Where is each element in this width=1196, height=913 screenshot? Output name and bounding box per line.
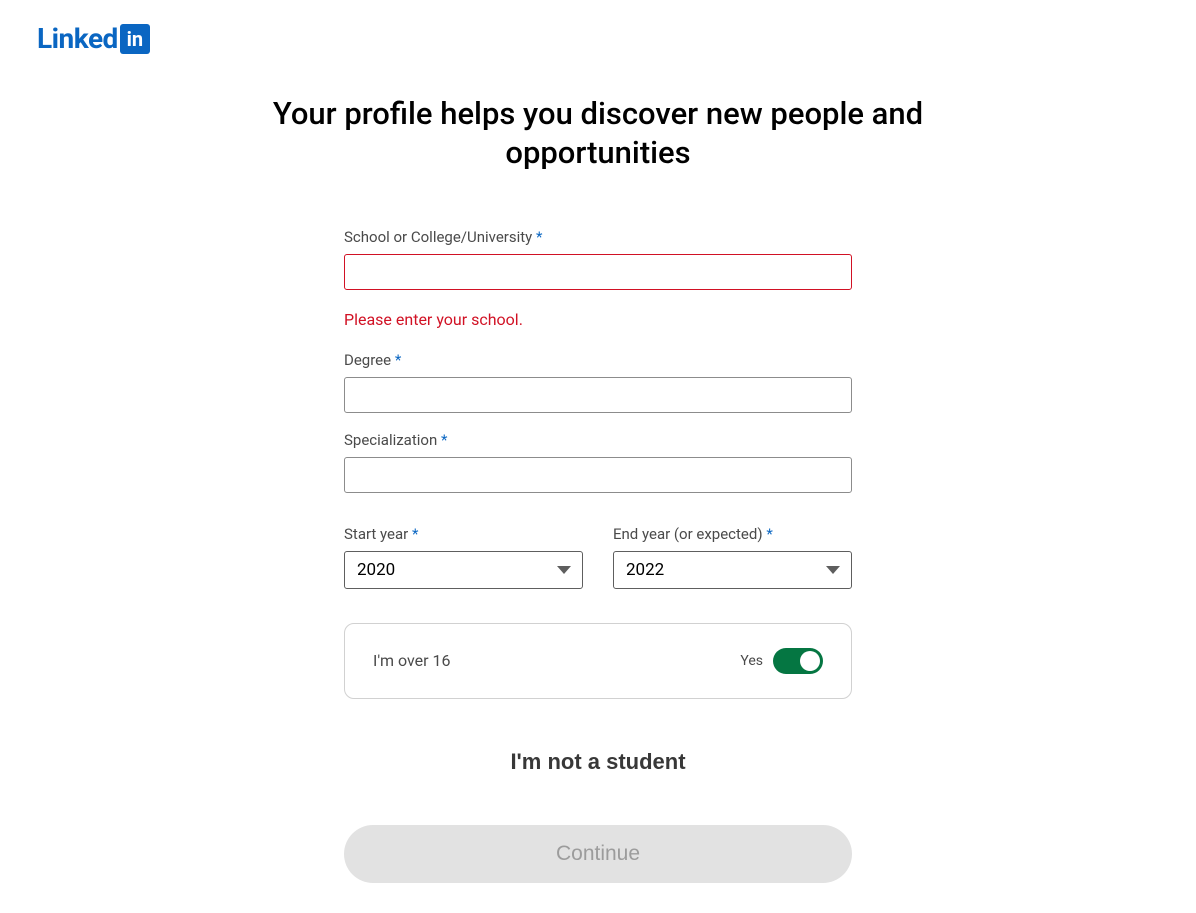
degree-input[interactable] <box>344 377 852 413</box>
specialization-label-text: Specialization <box>344 431 437 449</box>
start-year-label-text: Start year <box>344 525 408 543</box>
school-label: School or College/University * <box>344 228 852 246</box>
start-year-field-group: Start year * 2020 <box>344 525 583 589</box>
page-headline: Your profile helps you discover new peop… <box>248 95 948 173</box>
specialization-label: Specialization * <box>344 431 852 449</box>
start-year-label: Start year * <box>344 525 583 543</box>
required-indicator: * <box>766 525 772 543</box>
school-field-group: School or College/University * Please en… <box>344 228 852 329</box>
end-year-label: End year (or expected) * <box>613 525 852 543</box>
school-label-text: School or College/University <box>344 228 532 246</box>
age-toggle-wrapper: Yes <box>740 648 823 674</box>
required-indicator: * <box>412 525 418 543</box>
age-confirm-text: I'm over 16 <box>373 651 451 670</box>
start-year-value: 2020 <box>357 560 395 580</box>
logo-text: Linked <box>37 22 118 55</box>
not-student-button[interactable]: I'm not a student <box>344 749 852 775</box>
linkedin-logo[interactable]: Linked in <box>37 22 150 55</box>
school-error-message: Please enter your school. <box>344 310 852 329</box>
specialization-input[interactable] <box>344 457 852 493</box>
required-indicator: * <box>395 351 401 369</box>
degree-label: Degree * <box>344 351 852 369</box>
end-year-field-group: End year (or expected) * 2022 <box>613 525 852 589</box>
education-form: School or College/University * Please en… <box>344 228 852 883</box>
year-row: Start year * 2020 End year (or expected)… <box>344 525 852 589</box>
school-input[interactable] <box>344 254 852 290</box>
start-year-select[interactable]: 2020 <box>344 551 583 589</box>
degree-field-group: Degree * <box>344 351 852 413</box>
start-year-select-wrapper[interactable]: 2020 <box>344 551 583 589</box>
logo-in-box: in <box>120 24 150 54</box>
end-year-select[interactable]: 2022 <box>613 551 852 589</box>
age-toggle-label: Yes <box>740 653 763 669</box>
end-year-value: 2022 <box>626 560 664 580</box>
toggle-knob <box>800 651 820 671</box>
degree-label-text: Degree <box>344 351 391 369</box>
continue-button[interactable]: Continue <box>344 825 852 883</box>
age-toggle[interactable] <box>773 648 823 674</box>
specialization-field-group: Specialization * <box>344 431 852 493</box>
required-indicator: * <box>441 431 447 449</box>
required-indicator: * <box>536 228 542 246</box>
main-content: Your profile helps you discover new peop… <box>0 0 1196 883</box>
end-year-select-wrapper[interactable]: 2022 <box>613 551 852 589</box>
age-confirmation-box: I'm over 16 Yes <box>344 623 852 699</box>
end-year-label-text: End year (or expected) <box>613 525 763 543</box>
